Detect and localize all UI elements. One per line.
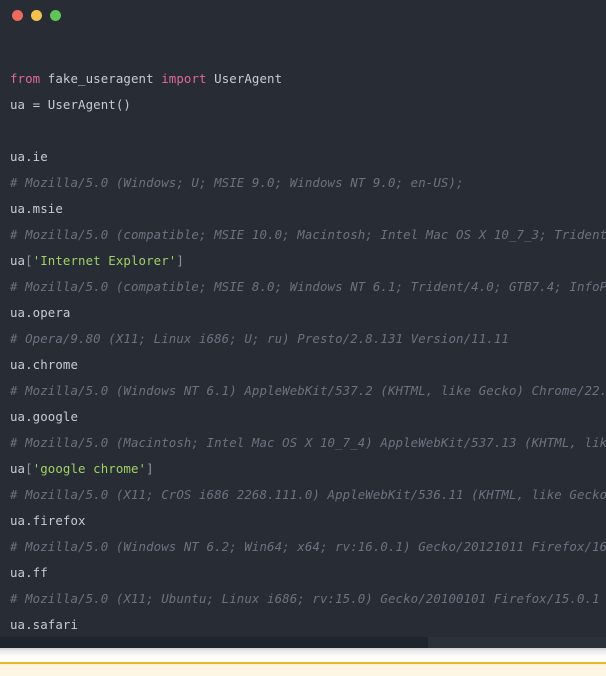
- code-token: ]: [176, 253, 184, 268]
- code-line: # Mozilla/5.0 (X11; CrOS i686 2268.111.0…: [0, 482, 606, 508]
- code-line: ua = UserAgent(): [0, 92, 606, 118]
- code-line: [0, 40, 606, 66]
- code-line: ua.chrome: [0, 352, 606, 378]
- code-line: # Mozilla/5.0 (Windows NT 6.1) AppleWebK…: [0, 378, 606, 404]
- code-line: # Mozilla/5.0 (Windows; U; MSIE 9.0; Win…: [0, 170, 606, 196]
- code-line: # Mozilla/5.0 (Windows NT 6.2; Win64; x6…: [0, 534, 606, 560]
- code-token: [: [25, 253, 33, 268]
- code-comment: # Mozilla/5.0 (Windows; U; MSIE 9.0; Win…: [10, 175, 464, 190]
- code-token: import: [161, 71, 207, 86]
- code-token: ua.chrome: [10, 357, 79, 372]
- code-token: ua.safari: [10, 617, 79, 632]
- horizontal-scrollbar-track[interactable]: [0, 637, 606, 648]
- code-line: ua.firefox: [0, 508, 606, 534]
- horizontal-scrollbar-thumb[interactable]: [0, 637, 428, 648]
- window-controls: [12, 9, 61, 21]
- maximize-window-icon[interactable]: [50, 9, 61, 21]
- code-token: ]: [146, 461, 154, 476]
- code-comment: # Mozilla/5.0 (Macintosh; Intel Mac OS X…: [10, 435, 606, 450]
- code-token: ua.msie: [10, 201, 63, 216]
- code-comment: # Mozilla/5.0 (X11; CrOS i686 2268.111.0…: [10, 487, 606, 502]
- code-token: ua.firefox: [10, 513, 86, 528]
- code-token: ua: [10, 253, 26, 268]
- code-editor-window: from fake_useragent import UserAgent ua =…: [0, 0, 606, 648]
- window-titlebar: [0, 0, 606, 30]
- code-comment: # Mozilla/5.0 (compatible; MSIE 8.0; Win…: [10, 279, 606, 294]
- code-token: fake_useragent: [40, 71, 162, 86]
- code-comment: # Mozilla/5.0 (Windows NT 6.1) AppleWebK…: [10, 383, 606, 398]
- code-line: ua['google chrome']: [0, 456, 606, 482]
- minimize-window-icon[interactable]: [31, 9, 42, 21]
- code-line: # Mozilla/5.0 (X11; Ubuntu; Linux i686; …: [0, 586, 606, 612]
- code-token: 'google chrome': [32, 461, 147, 476]
- code-line: ua.ie: [0, 144, 606, 170]
- code-token: [: [25, 461, 33, 476]
- note-panel-text: [0, 664, 606, 666]
- code-comment: # Mozilla/5.0 (X11; Ubuntu; Linux i686; …: [10, 591, 600, 606]
- code-line: # Mozilla/5.0 (compatible; MSIE 10.0; Ma…: [0, 222, 606, 248]
- code-line: [0, 118, 606, 144]
- code-token: ua.ff: [10, 565, 48, 580]
- note-panel: [0, 662, 606, 676]
- page-root: from fake_useragent import UserAgent ua =…: [0, 0, 606, 676]
- code-token: ua = UserAgent(): [10, 97, 131, 112]
- code-line: ua.ff: [0, 560, 606, 586]
- code-token: UserAgent: [206, 71, 283, 86]
- code-token: ua.google: [10, 409, 79, 424]
- code-comment: # Mozilla/5.0 (Windows NT 6.2; Win64; x6…: [10, 539, 606, 554]
- code-token: 'Internet Explorer': [32, 253, 177, 268]
- close-window-icon[interactable]: [12, 9, 23, 21]
- code-comment: # Mozilla/5.0 (compatible; MSIE 10.0; Ma…: [10, 227, 606, 242]
- code-line: ua.opera: [0, 300, 606, 326]
- code-token: from: [10, 71, 41, 86]
- code-line: ua.google: [0, 404, 606, 430]
- code-token: ua.opera: [10, 305, 71, 320]
- code-line: ua.msie: [0, 196, 606, 222]
- code-token: ua.ie: [10, 149, 48, 164]
- code-line: ua.safari: [0, 612, 606, 637]
- code-line: from fake_useragent import UserAgent: [0, 66, 606, 92]
- code-token: ua: [10, 461, 26, 476]
- code-line: # Opera/9.80 (X11; Linux i686; U; ru) Pr…: [0, 326, 606, 352]
- code-content-area[interactable]: from fake_useragent import UserAgent ua =…: [0, 30, 606, 637]
- code-line: # Mozilla/5.0 (Macintosh; Intel Mac OS X…: [0, 430, 606, 456]
- window-shadow-gap: [0, 648, 606, 662]
- code-line: # Mozilla/5.0 (compatible; MSIE 8.0; Win…: [0, 274, 606, 300]
- code-comment: # Opera/9.80 (X11; Linux i686; U; ru) Pr…: [10, 331, 509, 346]
- code-line: ua['Internet Explorer']: [0, 248, 606, 274]
